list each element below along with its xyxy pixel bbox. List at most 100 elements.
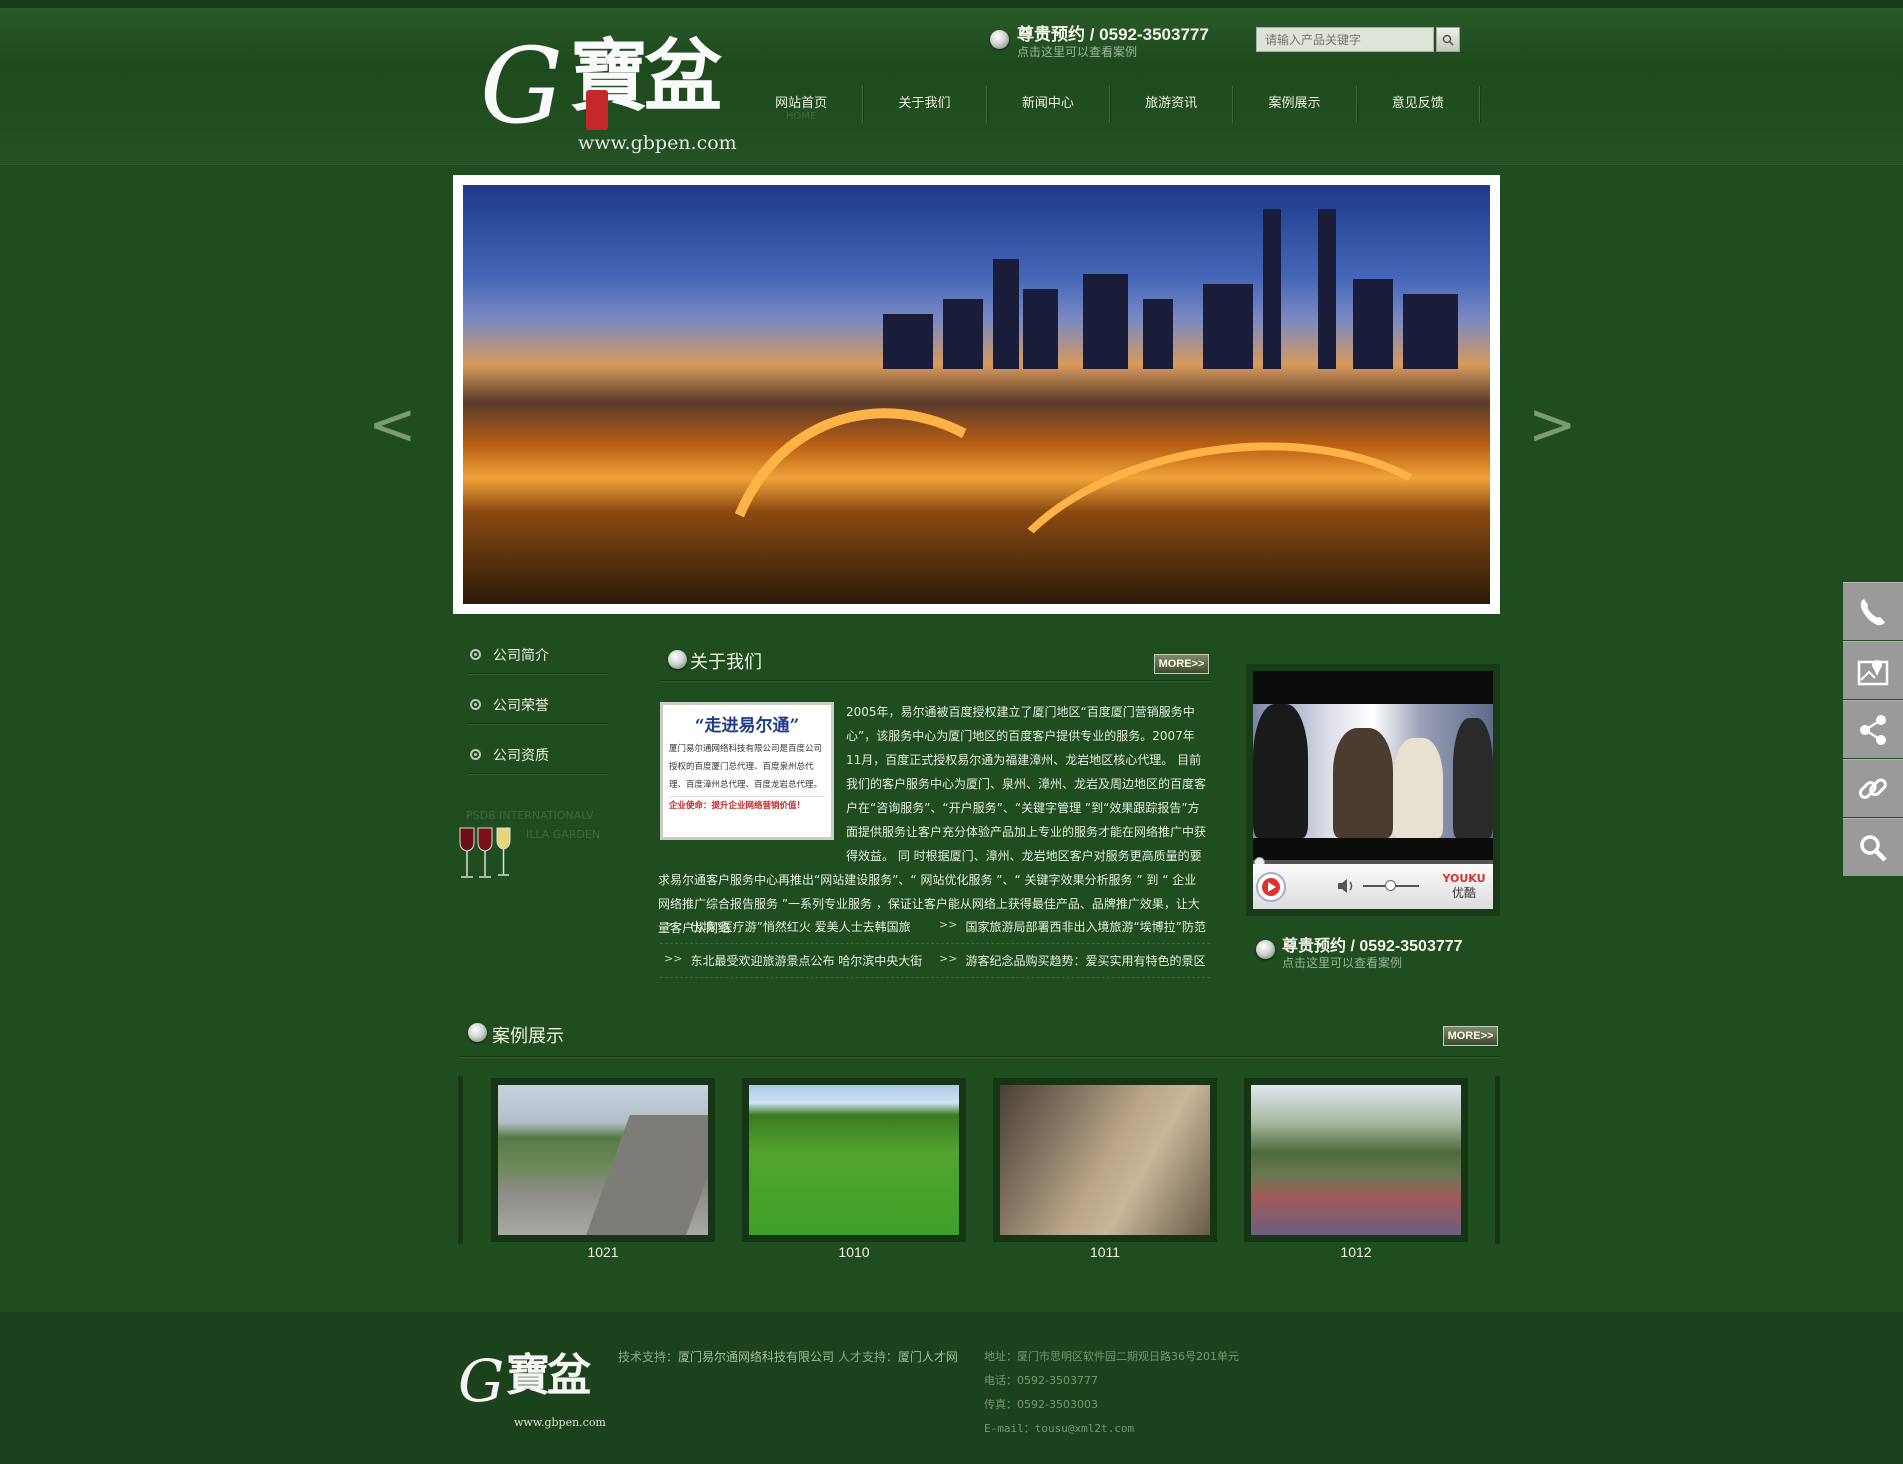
float-spacer xyxy=(658,700,846,846)
talent-link[interactable]: 厦门人才网 xyxy=(898,1350,958,1364)
left-menu-label: 公司简介 xyxy=(493,647,549,664)
banner-next-arrow[interactable]: > xyxy=(1528,390,1577,458)
left-menu-qualifications[interactable]: 公司资质 xyxy=(468,736,608,774)
news-row: >> 东北最受欢迎旅游景点公布 哈尔滨中央大街 >> 游客纪念品购买趋势：爱买实用有… xyxy=(660,944,1210,978)
nav-feedback[interactable]: 意见反馈 xyxy=(1357,86,1480,122)
promo-line-1: PSDB INTERNATIONALV xyxy=(466,809,594,822)
footer-logo-text: 寶盆 xyxy=(506,1350,591,1401)
booking-subtitle[interactable]: 点击这里可以查看案例 xyxy=(1017,43,1137,60)
news-item[interactable]: >> 东北最受欢迎旅游景点公布 哈尔滨中央大街 xyxy=(660,952,935,969)
footer-email: E-mail：tousu@xml2t.com xyxy=(984,1422,1135,1435)
news-item[interactable]: >> 国家旅游局部署西非出入境旅游“埃博拉”防范 xyxy=(935,918,1210,935)
video-figure xyxy=(1333,728,1393,838)
phone-icon xyxy=(1860,598,1885,625)
case-card[interactable] xyxy=(1244,1078,1468,1242)
news-title: 出境“医疗游”悄然红火 爱美人士去韩国旅 xyxy=(690,920,911,934)
building xyxy=(1083,274,1128,369)
news-list: >> 出境“医疗游”悄然红火 爱美人士去韩国旅 >> 国家旅游局部署西非出入境旅游“… xyxy=(660,910,1210,978)
nav-news[interactable]: 新闻中心 xyxy=(987,86,1110,122)
volume-icon[interactable] xyxy=(1337,877,1357,895)
search-icon xyxy=(1860,834,1887,862)
bullet-icon xyxy=(990,30,1009,49)
booking-title[interactable]: 尊贵预约 / 0592-3503777 xyxy=(1017,20,1209,45)
footer-phone: 电话：0592-3503777 xyxy=(984,1374,1098,1387)
booking-title[interactable]: 尊贵预约 / 0592-3503777 xyxy=(1282,932,1463,956)
logo-seal xyxy=(586,90,608,130)
building xyxy=(1203,284,1253,369)
left-menu-honors[interactable]: 公司荣誉 xyxy=(468,686,608,724)
double-arrow-icon: >> xyxy=(939,952,958,965)
cases-more-button[interactable]: MORE>> xyxy=(1443,1026,1498,1046)
circle-bullet-icon xyxy=(470,749,481,760)
search-input[interactable] xyxy=(1256,27,1434,52)
news-item[interactable]: >> 游客纪念品购买趋势：爱买实用有特色的景区 xyxy=(935,952,1210,969)
talent-label: 人才支持： xyxy=(837,1350,898,1364)
search-button[interactable] xyxy=(1436,27,1460,52)
bullet-icon xyxy=(1256,940,1275,959)
about-text-block: 2005年，易尔通被百度授权建立了厦门地区“百度厦门营销服务中心”，该服务中心为… xyxy=(658,700,1208,940)
case-label: 1012 xyxy=(1340,1244,1372,1260)
double-arrow-icon: >> xyxy=(664,918,683,931)
video-screen[interactable] xyxy=(1253,704,1493,838)
tech-label: 技术支持： xyxy=(618,1350,679,1364)
video-figure xyxy=(1253,704,1308,838)
banner-image[interactable] xyxy=(463,185,1490,604)
case-card[interactable] xyxy=(742,1078,966,1242)
play-button[interactable] xyxy=(1256,872,1286,902)
nav-label: 网站首页 xyxy=(775,96,828,111)
circle-bullet-icon xyxy=(470,649,481,660)
side-map-button[interactable] xyxy=(1843,641,1903,699)
booking-subtitle[interactable]: 点击这里可以查看案例 xyxy=(1282,954,1402,971)
case-image-great-wall xyxy=(498,1085,708,1235)
video-figure xyxy=(1453,718,1493,838)
footer-logo-mark: G xyxy=(458,1347,505,1415)
footer-logo-url: www.gbpen.com xyxy=(514,1416,606,1429)
case-image-grassland xyxy=(749,1085,959,1235)
footer-address: 地址：厦门市思明区软件园二期观日路36号201单元 xyxy=(984,1350,1239,1363)
search-icon xyxy=(1442,34,1454,46)
side-search-button[interactable] xyxy=(1843,818,1903,876)
banner-prev-arrow[interactable]: < xyxy=(368,390,417,458)
youku-en: YOUKU xyxy=(1442,872,1486,885)
volume-handle[interactable] xyxy=(1385,880,1396,891)
nav-cases[interactable]: 案例展示 xyxy=(1233,86,1357,122)
news-title: 东北最受欢迎旅游景点公布 哈尔滨中央大街 xyxy=(690,954,923,968)
side-phone-button[interactable] xyxy=(1843,582,1903,640)
case-image-group-photo xyxy=(1251,1085,1461,1235)
play-icon xyxy=(1262,878,1280,896)
logo-mark: G xyxy=(480,25,564,147)
building xyxy=(943,299,983,369)
side-share-button[interactable] xyxy=(1843,700,1903,758)
nav-home[interactable]: 网站首页 HOME xyxy=(740,86,864,122)
nav-about[interactable]: 关于我们 xyxy=(863,86,987,122)
nav-en-label: HOME xyxy=(785,111,817,122)
circle-bullet-icon xyxy=(470,699,481,710)
nav-travel[interactable]: 旅游资讯 xyxy=(1110,86,1234,122)
building xyxy=(1403,294,1458,369)
tech-link[interactable]: 厦门易尔通网络科技有限公司 xyxy=(678,1350,834,1364)
left-menu-company-intro[interactable]: 公司简介 xyxy=(468,636,608,674)
banner-frame xyxy=(453,175,1500,614)
about-more-button[interactable]: MORE>> xyxy=(1154,654,1209,674)
main-nav: 网站首页 HOME 关于我们 新闻中心 旅游资讯 案例展示 意见反馈 xyxy=(740,86,1480,122)
news-item[interactable]: >> 出境“医疗游”悄然红火 爱美人士去韩国旅 xyxy=(660,918,935,935)
building xyxy=(1143,299,1173,369)
logo[interactable]: G 寶盆 www.gbpen.com xyxy=(480,25,737,158)
case-label: 1010 xyxy=(838,1244,870,1260)
case-card[interactable] xyxy=(491,1078,715,1242)
case-card[interactable] xyxy=(993,1078,1217,1242)
bullet-icon xyxy=(468,1023,487,1042)
nav-label: 意见反馈 xyxy=(1391,96,1444,111)
wall xyxy=(586,1115,708,1235)
building xyxy=(883,314,933,369)
news-title: 游客纪念品购买趋势：爱买实用有特色的景区 xyxy=(965,954,1206,968)
about-title: 关于我们 xyxy=(690,652,762,673)
header xyxy=(0,0,1903,165)
map-icon xyxy=(1857,659,1889,685)
divider xyxy=(458,1056,1500,1057)
share-icon xyxy=(1860,714,1886,745)
link-icon xyxy=(1858,777,1887,799)
side-link-button[interactable] xyxy=(1843,759,1903,817)
nav-label: 新闻中心 xyxy=(1021,96,1074,111)
tower xyxy=(1318,209,1336,369)
